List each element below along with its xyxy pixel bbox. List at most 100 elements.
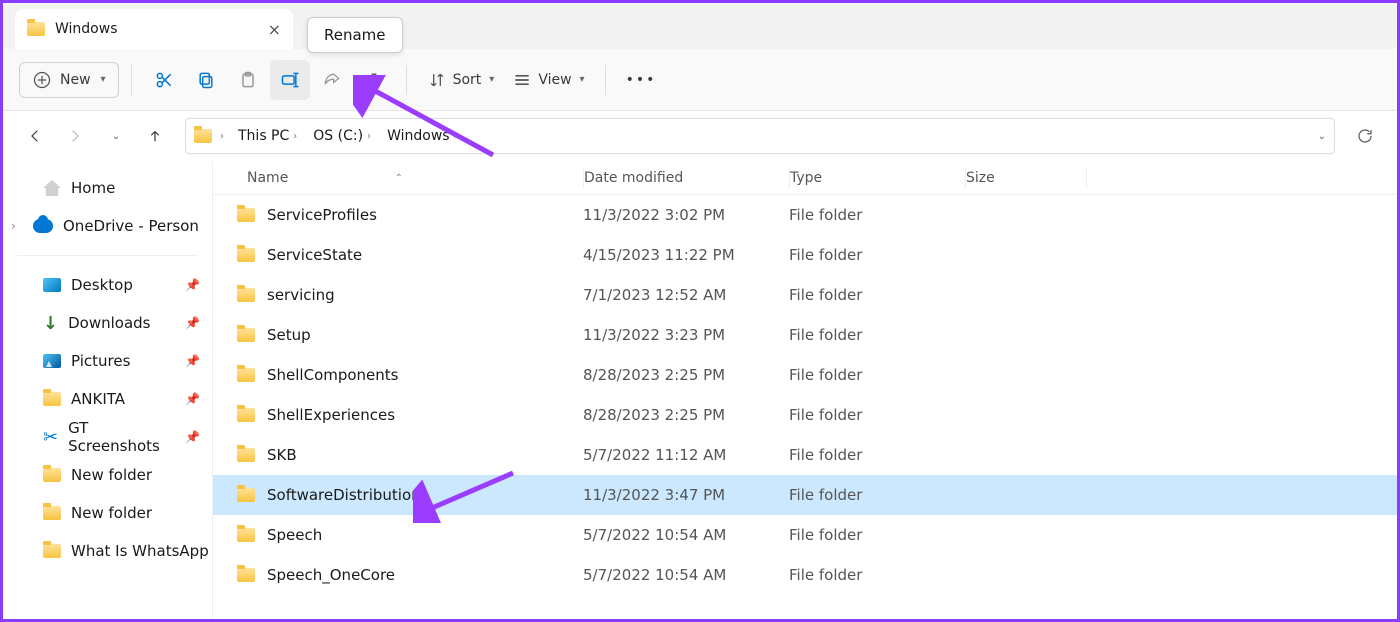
copy-icon bbox=[196, 70, 216, 90]
chevron-down-icon: ▾ bbox=[580, 74, 585, 85]
sort-button[interactable]: Sort ▾ bbox=[419, 60, 503, 100]
forward-button[interactable] bbox=[57, 118, 93, 154]
pin-icon: 📌 bbox=[185, 316, 200, 330]
table-row[interactable]: servicing 7/1/2023 12:52 AM File folder bbox=[213, 275, 1397, 315]
file-type: File folder bbox=[789, 526, 965, 544]
new-button[interactable]: New ▾ bbox=[19, 62, 119, 98]
sidebar-item-downloads[interactable]: ↓ Downloads 📌 bbox=[3, 304, 212, 342]
file-date: 5/7/2022 10:54 AM bbox=[583, 566, 789, 584]
column-date[interactable]: Date modified bbox=[584, 170, 789, 186]
sort-label: Sort bbox=[453, 72, 482, 88]
file-name: ShellComponents bbox=[267, 366, 399, 384]
sidebar-item-folder[interactable]: New folder bbox=[3, 456, 212, 494]
sort-indicator-icon: ⌃ bbox=[395, 173, 403, 184]
file-name: ServiceState bbox=[267, 246, 362, 264]
file-date: 11/3/2022 3:47 PM bbox=[583, 486, 789, 504]
toolbar: New ▾ Sort ▾ View ▾ ••• bbox=[3, 49, 1397, 111]
pictures-icon bbox=[43, 354, 61, 368]
file-date: 8/28/2023 2:25 PM bbox=[583, 366, 789, 384]
pin-icon: 📌 bbox=[185, 278, 200, 292]
table-row[interactable]: ServiceProfiles 11/3/2022 3:02 PM File f… bbox=[213, 195, 1397, 235]
table-row[interactable]: Setup 11/3/2022 3:23 PM File folder bbox=[213, 315, 1397, 355]
file-date: 5/7/2022 10:54 AM bbox=[583, 526, 789, 544]
folder-icon bbox=[237, 568, 255, 582]
view-button[interactable]: View ▾ bbox=[504, 60, 592, 100]
file-name: Setup bbox=[267, 326, 311, 344]
chevron-right-icon[interactable]: › bbox=[11, 219, 25, 233]
address-bar[interactable]: › This PC› OS (C:)› Windows› ⌄ bbox=[185, 118, 1335, 154]
file-date: 5/7/2022 11:12 AM bbox=[583, 446, 789, 464]
scissors-icon bbox=[154, 70, 174, 90]
file-name: Speech bbox=[267, 526, 322, 544]
download-icon: ↓ bbox=[43, 313, 58, 334]
sidebar-item-desktop[interactable]: Desktop 📌 bbox=[3, 266, 212, 304]
folder-icon bbox=[43, 544, 61, 558]
sidebar-item-folder[interactable]: ✂ GT Screenshots 📌 bbox=[3, 418, 212, 456]
new-label: New bbox=[60, 72, 91, 88]
file-name: SKB bbox=[267, 446, 297, 464]
sidebar-item-folder[interactable]: New folder bbox=[3, 494, 212, 532]
breadcrumb[interactable]: This PC› bbox=[232, 124, 303, 148]
file-name: ShellExperiences bbox=[267, 406, 395, 424]
scissors-icon: ✂ bbox=[43, 427, 58, 448]
paste-button[interactable] bbox=[228, 60, 268, 100]
sidebar-item-home[interactable]: Home bbox=[3, 169, 212, 207]
file-type: File folder bbox=[789, 246, 965, 264]
tab-title: Windows bbox=[55, 21, 118, 37]
sidebar-item-onedrive[interactable]: › OneDrive - Person bbox=[3, 207, 212, 245]
up-button[interactable] bbox=[137, 118, 173, 154]
chevron-down-icon[interactable]: ⌄ bbox=[1318, 131, 1326, 142]
chevron-down-icon: ▾ bbox=[101, 74, 106, 85]
file-type: File folder bbox=[789, 286, 965, 304]
breadcrumb[interactable]: Windows› bbox=[381, 124, 464, 148]
share-button[interactable] bbox=[312, 60, 352, 100]
file-type: File folder bbox=[789, 326, 965, 344]
delete-button[interactable] bbox=[354, 60, 394, 100]
folder-icon bbox=[237, 488, 255, 502]
folder-icon bbox=[237, 368, 255, 382]
close-tab-icon[interactable]: × bbox=[268, 20, 281, 39]
column-name[interactable]: Name ⌃ bbox=[213, 170, 583, 186]
desktop-icon bbox=[43, 278, 61, 292]
folder-icon bbox=[237, 408, 255, 422]
cut-button[interactable] bbox=[144, 60, 184, 100]
column-headers: Name ⌃ Date modified Type Size bbox=[213, 161, 1397, 195]
file-type: File folder bbox=[789, 486, 965, 504]
table-row[interactable]: ShellExperiences 8/28/2023 2:25 PM File … bbox=[213, 395, 1397, 435]
table-row[interactable]: ShellComponents 8/28/2023 2:25 PM File f… bbox=[213, 355, 1397, 395]
file-type: File folder bbox=[789, 406, 965, 424]
recent-dropdown-icon[interactable]: ⌄ bbox=[97, 118, 133, 154]
folder-icon bbox=[237, 448, 255, 462]
trash-icon bbox=[364, 70, 384, 90]
sidebar-item-folder[interactable]: What Is WhatsApp bbox=[3, 532, 212, 570]
breadcrumb[interactable]: OS (C:)› bbox=[307, 124, 377, 148]
table-row[interactable]: SKB 5/7/2022 11:12 AM File folder bbox=[213, 435, 1397, 475]
pin-icon: 📌 bbox=[185, 392, 200, 406]
file-date: 11/3/2022 3:23 PM bbox=[583, 326, 789, 344]
column-type[interactable]: Type bbox=[790, 170, 965, 186]
table-row[interactable]: Speech 5/7/2022 10:54 AM File folder bbox=[213, 515, 1397, 555]
table-row[interactable]: ServiceState 4/15/2023 11:22 PM File fol… bbox=[213, 235, 1397, 275]
rename-button[interactable] bbox=[270, 60, 310, 100]
folder-icon bbox=[43, 506, 61, 520]
sidebar-item-folder[interactable]: ANKITA 📌 bbox=[3, 380, 212, 418]
column-size[interactable]: Size bbox=[966, 170, 1086, 186]
navigation-row: ⌄ › This PC› OS (C:)› Windows› ⌄ bbox=[3, 111, 1397, 161]
rename-tooltip: Rename bbox=[307, 17, 403, 53]
home-icon bbox=[43, 180, 61, 196]
sidebar-item-pictures[interactable]: Pictures 📌 bbox=[3, 342, 212, 380]
refresh-button[interactable] bbox=[1347, 118, 1383, 154]
rename-icon bbox=[280, 70, 300, 90]
folder-icon bbox=[237, 288, 255, 302]
file-name: Speech_OneCore bbox=[267, 566, 395, 584]
back-button[interactable] bbox=[17, 118, 53, 154]
folder-icon bbox=[237, 528, 255, 542]
table-row[interactable]: SoftwareDistribution 11/3/2022 3:47 PM F… bbox=[213, 475, 1397, 515]
window-tab[interactable]: Windows × bbox=[15, 9, 293, 49]
copy-button[interactable] bbox=[186, 60, 226, 100]
more-button[interactable]: ••• bbox=[618, 60, 665, 100]
table-row[interactable]: Speech_OneCore 5/7/2022 10:54 AM File fo… bbox=[213, 555, 1397, 595]
share-icon bbox=[322, 70, 342, 90]
file-date: 11/3/2022 3:02 PM bbox=[583, 206, 789, 224]
pin-icon: 📌 bbox=[185, 354, 200, 368]
